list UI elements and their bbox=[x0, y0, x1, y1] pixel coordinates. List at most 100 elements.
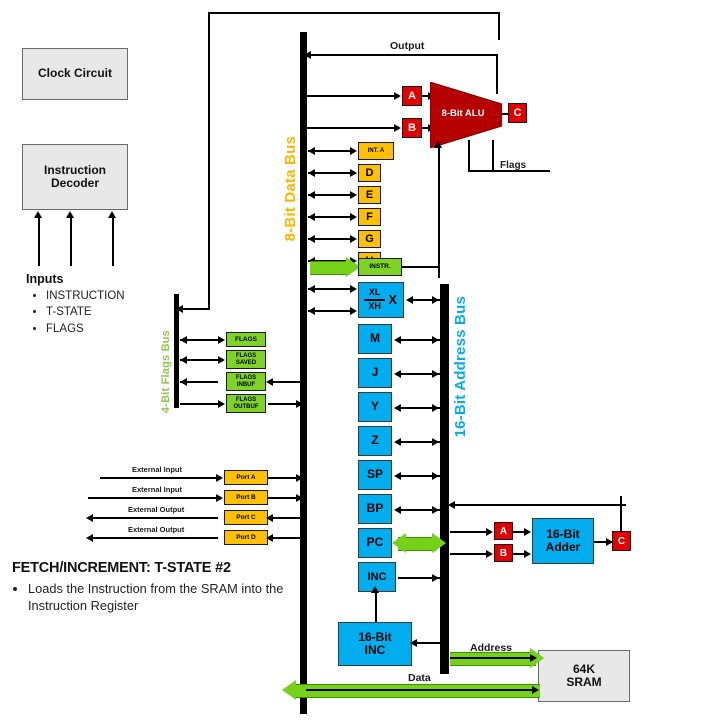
flags-arrow-1-r bbox=[218, 355, 225, 364]
data-arrow-xh-l bbox=[308, 306, 315, 315]
decoder-input-line-2 bbox=[70, 218, 72, 266]
addr-arrow-x-l bbox=[406, 295, 413, 304]
active-data-arrow-instr-bar bbox=[310, 261, 348, 275]
register-f: F bbox=[358, 208, 381, 226]
data-bus-label: 8-Bit Data Bus bbox=[282, 136, 299, 242]
flags-arrow-3-r bbox=[218, 399, 225, 408]
clock-circuit-block: Clock Circuit bbox=[22, 48, 128, 100]
address-label: Address bbox=[470, 642, 513, 654]
register-d: D bbox=[358, 164, 381, 182]
register-pc: PC bbox=[358, 528, 392, 558]
adder-a-to-adder-arrow bbox=[524, 527, 531, 536]
address-line-arrow bbox=[530, 653, 537, 662]
register-instr: INSTR. bbox=[358, 258, 402, 276]
alu-control-line bbox=[438, 148, 440, 278]
addr-arrow-z-l bbox=[394, 437, 401, 446]
port-b-bus-arrow bbox=[296, 493, 303, 502]
active-addr-arrow-pc-head-right bbox=[432, 533, 446, 553]
active-address-arrow-bar bbox=[450, 652, 536, 666]
alu-flags-drop bbox=[492, 140, 494, 172]
sram-block: 64K SRAM bbox=[538, 650, 630, 702]
flags-saved-line2: SAVED bbox=[235, 359, 257, 366]
alu-b-feed-arrow bbox=[394, 123, 401, 132]
addr-arrow-m-r bbox=[432, 335, 439, 344]
port-d-out-line bbox=[88, 537, 218, 539]
adder-b-feed-line bbox=[450, 553, 488, 555]
flags-register-flags-saved: FLAGS SAVED bbox=[226, 350, 266, 369]
port-a-in-arrow bbox=[216, 473, 223, 482]
data-line-bottom bbox=[306, 689, 538, 691]
addr-arrow-m-l bbox=[394, 335, 401, 344]
port-a-bus-arrow bbox=[296, 473, 303, 482]
addr-arrow-sp-l bbox=[394, 471, 401, 480]
register-x-label: X bbox=[388, 291, 397, 307]
data-arrow-f-l bbox=[308, 212, 315, 221]
alu-control-arrow bbox=[433, 141, 442, 148]
instruction-decoder-block: Instruction Decoder bbox=[22, 144, 128, 210]
port-b-direction-label: External Input bbox=[132, 485, 183, 494]
register-int-a: INT. A bbox=[358, 142, 394, 160]
caption-title: FETCH/INCREMENT: T-STATE #2 bbox=[12, 560, 231, 576]
port-c-bus-line bbox=[268, 517, 302, 519]
instr-to-alu-line bbox=[402, 266, 438, 268]
data-arrow-xl-r bbox=[350, 284, 357, 293]
port-b-in-line bbox=[88, 497, 216, 499]
flags-arrow-0-r bbox=[218, 335, 225, 344]
alu-input-a-box: A bbox=[402, 86, 422, 106]
caption-bullet-list: Loads the Instruction from the SRAM into… bbox=[12, 580, 322, 615]
addr-arrow-y-l bbox=[394, 403, 401, 412]
port-c-out-line bbox=[88, 517, 218, 519]
adder-input-a-box: A bbox=[494, 522, 513, 540]
adder-c-return-line bbox=[450, 504, 626, 506]
alu-output-to-flagsbus-arrow bbox=[176, 304, 183, 313]
flags-arrow-2-l bbox=[180, 377, 187, 386]
alu-b-feed-line bbox=[306, 127, 394, 129]
sixteen-bit-adder-block: 16-Bit Adder bbox=[532, 518, 594, 564]
address-bus-label: 16-Bit Address Bus bbox=[452, 296, 469, 438]
data-arrow-g-r bbox=[350, 234, 357, 243]
cpu-datapath-diagram: Clock Circuit Instruction Decoder Inputs… bbox=[0, 0, 720, 720]
port-b-box: Port B bbox=[224, 490, 268, 505]
decoder-input-arrow-1 bbox=[33, 211, 42, 218]
address-bus-bar bbox=[440, 284, 449, 674]
flags-inbuf-feed-line bbox=[268, 381, 302, 383]
alu-flags-left-riser bbox=[468, 140, 470, 172]
register-bp: BP bbox=[358, 494, 392, 524]
active-addr-arrow-pc-head-left bbox=[392, 533, 406, 553]
adder-c-riser bbox=[620, 496, 622, 532]
adder-b-to-adder-arrow bbox=[524, 549, 531, 558]
inc-feed-arrow bbox=[370, 586, 379, 593]
alu-a-feed-line bbox=[306, 95, 394, 97]
flags-saved-line1: FLAGS bbox=[235, 352, 257, 359]
alu-label: 8-Bit ALU bbox=[441, 107, 485, 119]
data-arrow-int-a-l bbox=[308, 146, 315, 155]
alu-output-c-box: C bbox=[508, 103, 527, 123]
inputs-list: INSTRUCTION T-STATE FLAGS bbox=[30, 288, 125, 337]
sixteen-bit-inc-label-line2: INC bbox=[364, 643, 386, 657]
port-b-in-arrow bbox=[216, 493, 223, 502]
register-x: XL XH X bbox=[358, 282, 404, 318]
data-arrow-g-l bbox=[308, 234, 315, 243]
port-c-out-arrow bbox=[86, 513, 93, 522]
addr-arrow-z-r bbox=[432, 437, 439, 446]
flags-outbuf-line1: FLAGS bbox=[235, 396, 257, 403]
data-label: Data bbox=[408, 672, 431, 684]
adder-c-return-arrow bbox=[448, 500, 455, 509]
adder-b-feed-arrow bbox=[486, 549, 493, 558]
flags-register-flags: FLAGS bbox=[226, 332, 266, 347]
flags-line-3 bbox=[180, 403, 218, 405]
clock-circuit-label: Clock Circuit bbox=[37, 66, 112, 81]
flags-arrow-0-l bbox=[180, 335, 187, 344]
register-sp: SP bbox=[358, 460, 392, 490]
port-d-bus-arrow bbox=[266, 533, 273, 542]
addr-arrow-sp-r bbox=[432, 471, 439, 480]
register-e: E bbox=[358, 186, 381, 204]
input-item-instruction: INSTRUCTION bbox=[46, 288, 125, 304]
alu-a-feed-arrow bbox=[394, 91, 401, 100]
flags-arrow-1-l bbox=[180, 355, 187, 364]
address-line bbox=[450, 657, 536, 659]
decoder-input-line-1 bbox=[38, 218, 40, 266]
decoder-input-line-3 bbox=[112, 218, 114, 266]
data-arrow-xl-l bbox=[308, 284, 315, 293]
alu-output-bracket-arrow bbox=[304, 50, 311, 59]
